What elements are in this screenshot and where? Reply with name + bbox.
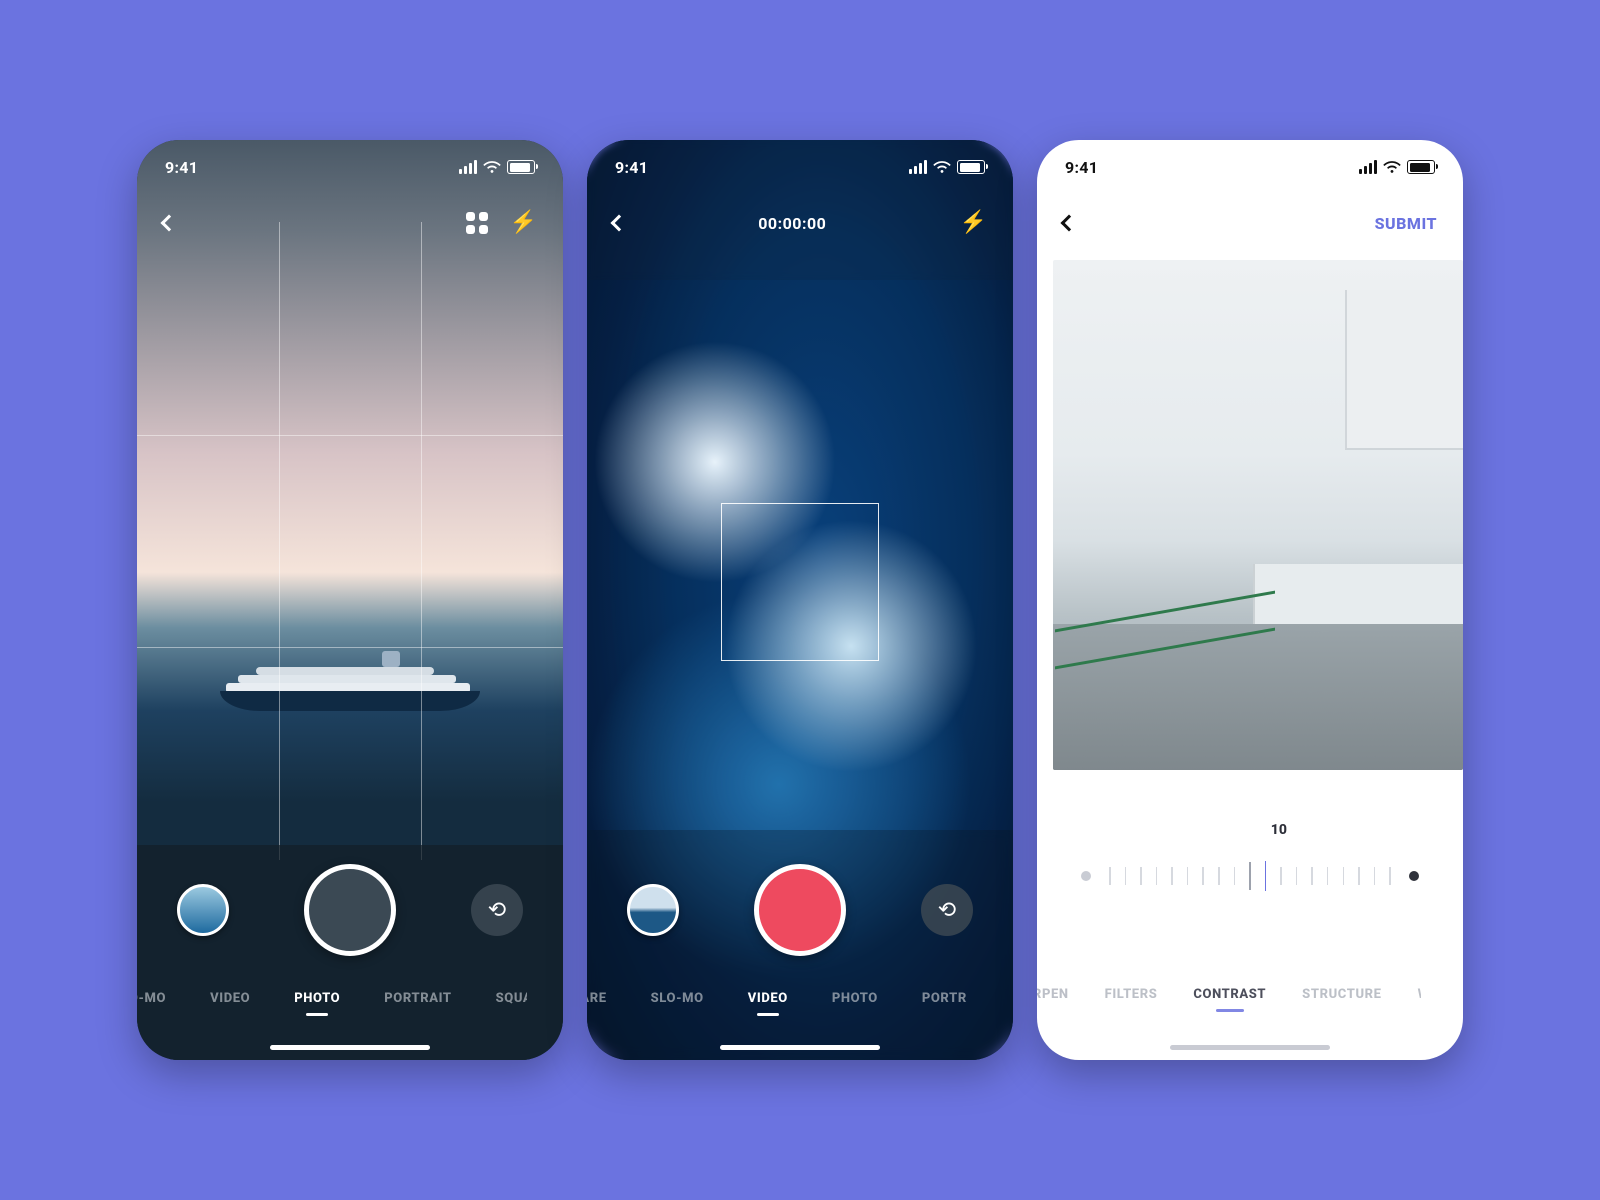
focus-indicator[interactable] bbox=[721, 503, 879, 661]
tab-filters[interactable]: FILTERS bbox=[1105, 987, 1158, 1002]
status-time: 9:41 bbox=[1065, 158, 1098, 177]
mode-square[interactable]: SQUARE bbox=[587, 991, 607, 1006]
mode-photo[interactable]: PHOTO bbox=[832, 991, 878, 1006]
camera-photo-screen: 9:41 ⚡ ⟲ SLO-MO VIDEO PHOTO PORTRAIT SQU… bbox=[137, 140, 563, 1060]
battery-icon bbox=[957, 160, 985, 174]
swap-camera-button[interactable]: ⟲ bbox=[921, 884, 973, 936]
top-nav: SUBMIT bbox=[1037, 194, 1463, 252]
capture-controls: ⟲ bbox=[137, 855, 563, 965]
back-button[interactable] bbox=[613, 217, 625, 229]
camera-video-screen: 9:41 00:00:00 ⚡ ⟲ SQUARE SLO-MO VIDEO PH… bbox=[587, 140, 1013, 1060]
status-bar: 9:41 bbox=[1037, 140, 1463, 194]
back-button[interactable] bbox=[163, 217, 175, 229]
mode-slo-mo[interactable]: SLO-MO bbox=[137, 991, 166, 1006]
status-time: 9:41 bbox=[615, 158, 648, 177]
chevron-left-icon bbox=[1061, 215, 1078, 232]
flash-toggle[interactable]: ⚡ bbox=[960, 212, 987, 234]
brightness-low-icon bbox=[1077, 867, 1095, 885]
tab-structure[interactable]: STRUCTURE bbox=[1302, 987, 1381, 1002]
mode-video[interactable]: VIDEO bbox=[210, 991, 250, 1006]
wifi-icon bbox=[483, 160, 501, 174]
shutter-button[interactable] bbox=[304, 864, 396, 956]
swap-icon: ⟲ bbox=[488, 898, 506, 923]
contrast-slider[interactable]: 10 bbox=[1077, 842, 1423, 896]
cellular-icon bbox=[1357, 160, 1377, 174]
slider-center-tick bbox=[1249, 862, 1251, 890]
mode-selector[interactable]: SLO-MO VIDEO PHOTO PORTRAIT SQUARE bbox=[137, 978, 527, 1018]
slider-handle[interactable] bbox=[1265, 861, 1267, 891]
mode-square[interactable]: SQUARE bbox=[496, 991, 527, 1006]
home-indicator[interactable] bbox=[270, 1045, 430, 1050]
wifi-icon bbox=[1383, 160, 1401, 174]
status-indicators bbox=[457, 160, 535, 174]
top-nav: ⚡ bbox=[137, 194, 563, 252]
record-button[interactable] bbox=[754, 864, 846, 956]
status-bar: 9:41 bbox=[587, 140, 1013, 194]
brightness-high-icon bbox=[1405, 867, 1423, 885]
mode-portrait[interactable]: PORTRAIT bbox=[922, 991, 967, 1006]
tab-warmth[interactable]: WARMTH bbox=[1418, 987, 1421, 1002]
mode-slo-mo[interactable]: SLO-MO bbox=[651, 991, 704, 1006]
slider-value: 10 bbox=[1271, 822, 1287, 838]
tab-contrast[interactable]: CONTRAST bbox=[1193, 987, 1266, 1002]
mode-photo[interactable]: PHOTO bbox=[294, 991, 340, 1006]
wifi-icon bbox=[933, 160, 951, 174]
photo-preview bbox=[1053, 260, 1463, 770]
viewfinder-subject bbox=[220, 655, 480, 711]
record-timer: 00:00:00 bbox=[625, 214, 960, 233]
editor-controls: 10 bbox=[1037, 800, 1463, 984]
gallery-grid-button[interactable] bbox=[466, 212, 488, 234]
mode-selector[interactable]: SQUARE SLO-MO VIDEO PHOTO PORTRAIT bbox=[587, 978, 967, 1018]
top-nav: 00:00:00 ⚡ bbox=[587, 194, 1013, 252]
photo-editor-screen: 9:41 SUBMIT 10 SHARP bbox=[1037, 140, 1463, 1060]
status-indicators bbox=[1357, 160, 1435, 174]
flash-toggle[interactable]: ⚡ bbox=[510, 212, 537, 234]
gallery-thumbnail[interactable] bbox=[627, 884, 679, 936]
tab-sharpen[interactable]: SHARPEN bbox=[1037, 987, 1069, 1002]
swap-camera-button[interactable]: ⟲ bbox=[471, 884, 523, 936]
mode-portrait[interactable]: PORTRAIT bbox=[384, 991, 451, 1006]
status-bar: 9:41 bbox=[137, 140, 563, 194]
battery-icon bbox=[1407, 160, 1435, 174]
submit-button[interactable]: SUBMIT bbox=[1375, 214, 1437, 233]
back-button[interactable] bbox=[1063, 217, 1075, 229]
status-time: 9:41 bbox=[165, 158, 198, 177]
chevron-left-icon bbox=[161, 215, 178, 232]
cellular-icon bbox=[457, 160, 477, 174]
swap-icon: ⟲ bbox=[938, 898, 956, 923]
gallery-thumbnail[interactable] bbox=[177, 884, 229, 936]
home-indicator[interactable] bbox=[720, 1045, 880, 1050]
battery-icon bbox=[507, 160, 535, 174]
mode-video[interactable]: VIDEO bbox=[748, 991, 788, 1006]
capture-controls: ⟲ bbox=[587, 855, 1013, 965]
home-indicator[interactable] bbox=[1170, 1045, 1330, 1050]
status-indicators bbox=[907, 160, 985, 174]
cellular-icon bbox=[907, 160, 927, 174]
edit-tool-tabs[interactable]: SHARPEN FILTERS CONTRAST STRUCTURE WARMT… bbox=[1037, 972, 1421, 1016]
slider-track[interactable] bbox=[1077, 862, 1423, 890]
